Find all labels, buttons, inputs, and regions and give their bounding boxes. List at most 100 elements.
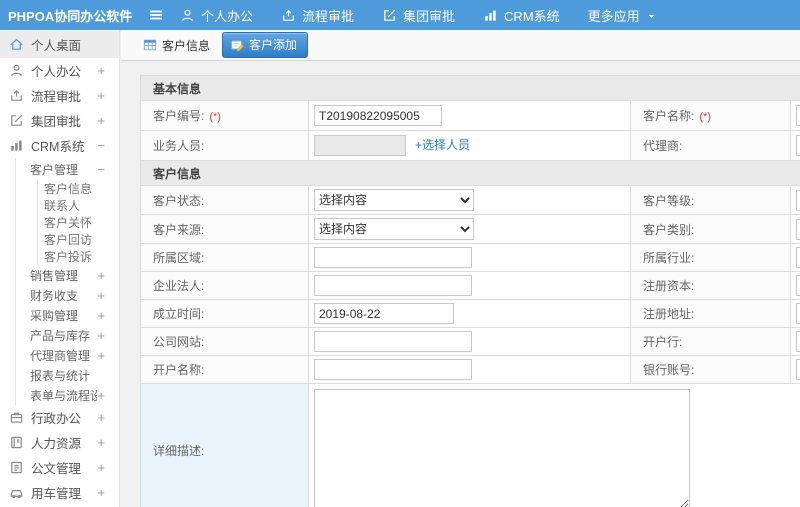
sidebar-item-document-management[interactable]: 公文管理 + bbox=[0, 455, 119, 480]
main-content: 客户信息 客户添加 基本信息 客户编号:(*) 客户名称:(*) 业务人员: +… bbox=[121, 30, 800, 507]
expand-icon[interactable]: + bbox=[97, 485, 119, 500]
sidebar-item-vehicle-management[interactable]: 用车管理 + bbox=[0, 480, 119, 505]
chart-icon bbox=[9, 138, 24, 153]
description-textarea[interactable] bbox=[314, 389, 690, 507]
label-customer-grade: 客户等级: bbox=[630, 185, 791, 215]
agent-input[interactable] bbox=[796, 135, 800, 156]
sidebar-item-label: 行政办公 bbox=[31, 412, 82, 426]
sidebar-item-form-workflow-settings[interactable]: 表单与流程设置+ bbox=[0, 385, 119, 405]
topnav-label: 流程审批 bbox=[302, 8, 355, 24]
expand-icon[interactable]: + bbox=[97, 410, 119, 425]
tab-label: 客户添加 bbox=[249, 38, 298, 52]
founded-date-input[interactable] bbox=[314, 303, 454, 324]
customer-category-input[interactable] bbox=[796, 218, 800, 240]
sidebar-item-human-resources[interactable]: 人力资源 + bbox=[0, 430, 119, 455]
expand-icon[interactable]: + bbox=[97, 113, 119, 128]
sidebar-item-customer-complaint[interactable]: 客户投诉 bbox=[0, 248, 119, 265]
sidebar-item-customer-followup[interactable]: 客户回访 bbox=[0, 231, 119, 248]
topnav-label: 个人办公 bbox=[201, 8, 254, 24]
topnav-crm-system[interactable]: CRM系统 bbox=[483, 6, 560, 25]
sidebar-item-label: 客户投诉 bbox=[44, 250, 93, 264]
customer-status-select[interactable]: 选择内容 bbox=[314, 189, 474, 211]
sidebar-item-personal-office[interactable]: 个人办公 + bbox=[0, 58, 119, 83]
account-name-input[interactable] bbox=[314, 359, 472, 380]
sidebar-item-customer-info[interactable]: 客户信息 bbox=[0, 180, 119, 197]
website-input[interactable] bbox=[314, 331, 472, 352]
edit-icon bbox=[9, 113, 24, 128]
registered-capital-input[interactable] bbox=[796, 275, 800, 296]
sidebar-item-sales-management[interactable]: 销售管理 + bbox=[0, 265, 119, 285]
expand-icon[interactable]: + bbox=[97, 308, 119, 323]
sidebar-item-label: 客户管理 bbox=[30, 162, 79, 177]
car-icon bbox=[9, 485, 24, 500]
sidebar-item-admin-office[interactable]: 行政办公 + bbox=[0, 405, 119, 430]
sidebar-item-label: 公文管理 bbox=[31, 462, 82, 476]
region-input[interactable] bbox=[314, 247, 472, 268]
sidebar-item-label: 代理商管理 bbox=[30, 348, 91, 363]
expand-icon[interactable]: + bbox=[97, 63, 119, 78]
sidebar-item-agent-management[interactable]: 代理商管理 + bbox=[0, 345, 119, 365]
customer-grade-input[interactable] bbox=[796, 189, 800, 211]
label-agent: 代理商: bbox=[630, 130, 791, 161]
bank-account-input[interactable] bbox=[796, 359, 800, 380]
expand-icon[interactable]: + bbox=[97, 268, 119, 283]
industry-input[interactable] bbox=[796, 247, 800, 268]
label-bank: 开户行: bbox=[630, 327, 791, 356]
sidebar-item-label: 采购管理 bbox=[30, 308, 79, 323]
customer-code-input[interactable] bbox=[314, 105, 442, 126]
book-icon bbox=[9, 435, 24, 450]
sidebar-item-personal-desktop[interactable]: 个人桌面 bbox=[0, 31, 119, 58]
expand-icon[interactable]: + bbox=[97, 435, 119, 450]
section-customer-info: 客户信息 bbox=[139, 160, 800, 186]
topnav-group-approval[interactable]: 集团审批 bbox=[382, 6, 455, 25]
topnav-more-apps[interactable]: 更多应用 bbox=[588, 6, 657, 25]
tab-customer-info[interactable]: 客户信息 bbox=[135, 34, 218, 57]
sales-staff-input bbox=[314, 135, 406, 156]
sidebar-item-customer-management[interactable]: 客户管理 − bbox=[0, 158, 119, 180]
legal-person-input[interactable] bbox=[314, 275, 472, 296]
sidebar-item-finance[interactable]: 财务收支 + bbox=[0, 285, 119, 305]
doc-icon bbox=[9, 460, 24, 475]
label-bank-account: 银行账号: bbox=[630, 355, 791, 384]
collapse-icon[interactable]: − bbox=[97, 138, 119, 153]
customer-source-select[interactable]: 选择内容 bbox=[314, 218, 474, 240]
sidebar-item-purchasing[interactable]: 采购管理 + bbox=[0, 305, 119, 325]
sidebar-item-crm-system[interactable]: CRM系统 − bbox=[0, 133, 119, 158]
label-customer-name: 客户名称: (*) bbox=[630, 100, 791, 131]
sidebar-item-customer-care[interactable]: 客户关怀 bbox=[0, 214, 119, 231]
collapse-icon[interactable]: − bbox=[97, 162, 119, 177]
user-icon bbox=[9, 63, 24, 78]
bank-input[interactable] bbox=[796, 331, 800, 352]
chart-icon bbox=[483, 8, 498, 23]
customer-name-input[interactable] bbox=[796, 105, 800, 126]
expand-icon[interactable]: + bbox=[97, 348, 119, 363]
select-staff-link[interactable]: +选择人员 bbox=[415, 138, 470, 152]
sidebar-item-workflow-approval[interactable]: 流程审批 + bbox=[0, 83, 119, 108]
expand-icon[interactable]: + bbox=[97, 460, 119, 475]
tab-customer-add[interactable]: 客户添加 bbox=[222, 32, 309, 58]
menu-toggle-icon[interactable] bbox=[148, 7, 164, 23]
registered-address-input[interactable] bbox=[796, 303, 800, 324]
sidebar-item-label: 财务收支 bbox=[30, 288, 79, 303]
sidebar-item-group-approval[interactable]: 集团审批 + bbox=[0, 108, 119, 133]
expand-icon[interactable]: + bbox=[97, 88, 119, 103]
label-sales-staff: 业务人员: bbox=[140, 130, 309, 161]
sidebar-item-label: 客户信息 bbox=[44, 182, 93, 196]
expand-icon[interactable]: + bbox=[97, 388, 119, 403]
briefcase-icon bbox=[9, 410, 24, 425]
expand-icon[interactable]: + bbox=[97, 288, 119, 303]
topnav-personal-office[interactable]: 个人办公 bbox=[180, 6, 253, 25]
expand-icon[interactable]: + bbox=[97, 328, 119, 343]
sidebar-item-label: CRM系统 bbox=[31, 140, 85, 154]
required-mark: (*) bbox=[209, 111, 221, 123]
top-header: PHPOA协同办公软件 个人办公 流程审批 集团审批 CRM系统 更多应用 bbox=[0, 0, 800, 30]
sidebar-item-label: 销售管理 bbox=[30, 268, 79, 283]
sidebar-item-contacts[interactable]: 联系人 bbox=[0, 197, 119, 214]
label-account-name: 开户名称: bbox=[140, 355, 309, 384]
sidebar-item-products-inventory[interactable]: 产品与库存 + bbox=[0, 325, 119, 345]
flow-icon bbox=[281, 8, 296, 23]
required-mark: (*) bbox=[699, 111, 711, 123]
sidebar-item-reports-statistics[interactable]: 报表与统计 bbox=[0, 365, 119, 385]
topnav-workflow-approval[interactable]: 流程审批 bbox=[281, 6, 354, 25]
sidebar-item-label: 客户关怀 bbox=[44, 216, 93, 230]
